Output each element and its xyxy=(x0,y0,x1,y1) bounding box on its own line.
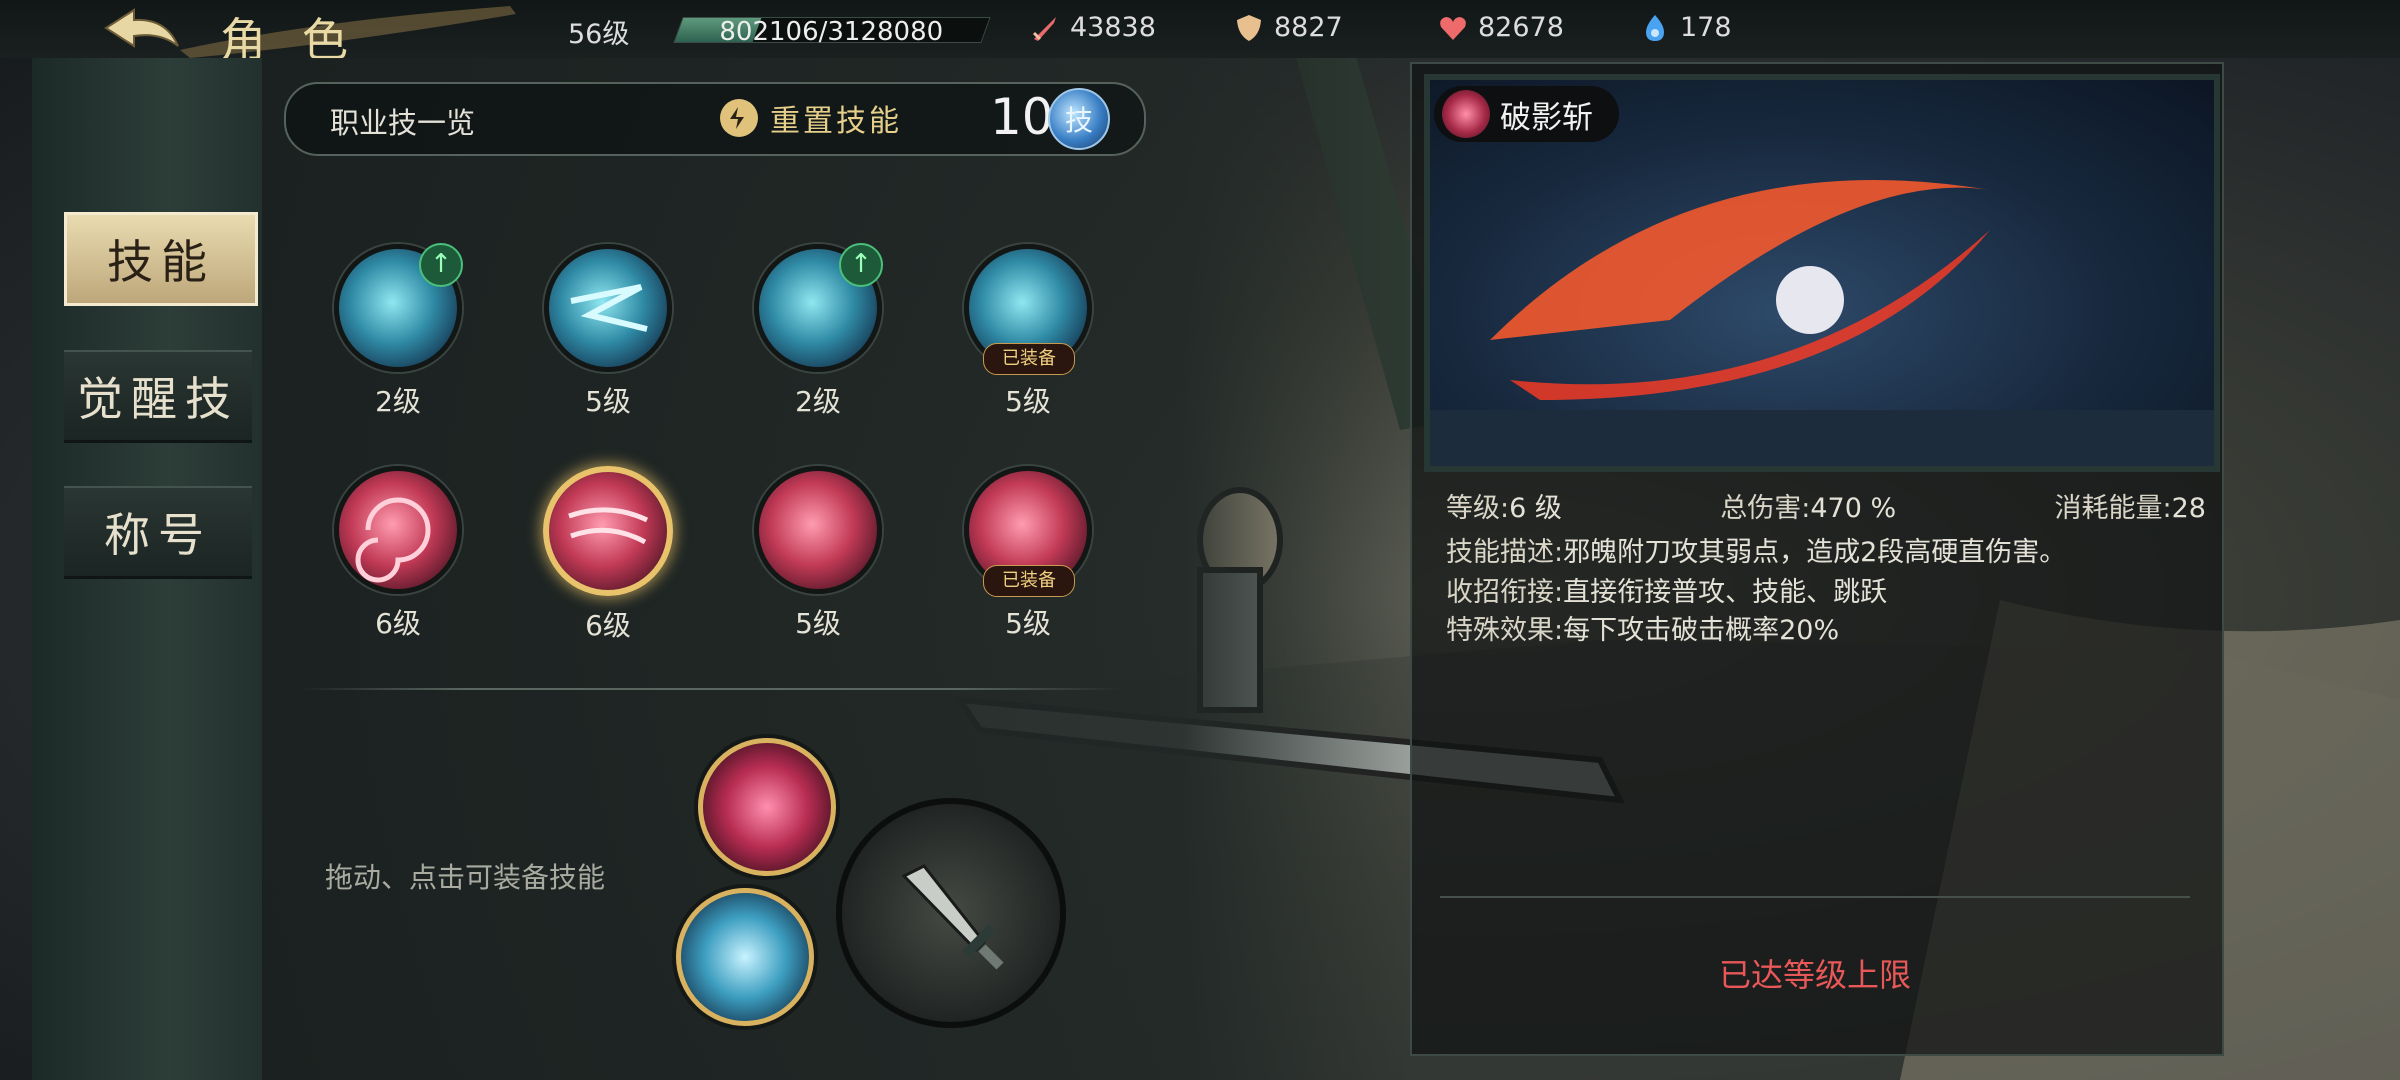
skill-icon-claw-wave xyxy=(754,466,882,594)
skill-slot-1[interactable]: ↑ 2级 xyxy=(333,243,463,420)
exp-text: 802106/3128080 xyxy=(719,17,944,47)
skill-level: 2级 xyxy=(795,385,841,418)
desc-value: 邪魄附刀攻其弱点，造成2段高硬直伤害。 xyxy=(1563,537,2067,568)
player-level: 56级 xyxy=(568,12,629,51)
skill-level: 5级 xyxy=(1005,607,1051,640)
skill-special-effect: 特殊效果:每下攻击破击概率20% xyxy=(1446,608,1839,647)
combo-label: 收招衔接: xyxy=(1446,577,1564,608)
sword-icon xyxy=(1032,16,1056,41)
equipped-badge: 已装备 xyxy=(983,343,1075,375)
skill-slot-3[interactable]: ↑ 2级 xyxy=(753,243,883,420)
skill-point-orb-icon: 技 xyxy=(1048,88,1110,150)
tab-titles[interactable]: 称号 xyxy=(64,486,252,579)
upgrade-arrow-icon: ↑ xyxy=(839,243,883,287)
skill-level: 6级 xyxy=(585,609,631,642)
skill-point-glyph: 技 xyxy=(1064,104,1093,137)
class-skills-label: 职业技一览 xyxy=(330,106,476,140)
skill-name-chip: 破影斩 xyxy=(1434,86,1619,142)
skill-slot-8[interactable]: 已装备 5级 xyxy=(963,466,1093,642)
skill-icon-burst: 已装备 xyxy=(964,244,1092,375)
shield-icon xyxy=(1237,14,1261,41)
skill-level: 5级 xyxy=(1005,385,1051,418)
section-divider xyxy=(300,688,1120,690)
defense-stat: 8827 xyxy=(1234,12,1343,43)
skill-slot-5[interactable]: 6级 xyxy=(333,466,463,642)
exp-bar: 802106/3128080 xyxy=(673,17,991,47)
max-level-notice: 已达等级上限 xyxy=(1718,956,1911,994)
skill-slot-6-selected[interactable]: 6级 xyxy=(543,466,673,644)
reset-skills-button[interactable]: 重置技能 xyxy=(718,96,902,140)
hp-stat: 82678 xyxy=(1438,12,1564,43)
skill-icon-lightning-slash xyxy=(544,244,672,372)
equipped-badge: 已装备 xyxy=(983,565,1075,597)
desc-label: 技能描述: xyxy=(1446,537,1564,568)
level-value: 6 级 xyxy=(1509,493,1562,524)
heart-icon xyxy=(1440,16,1466,40)
total-damage-stat: 总伤害:470 % xyxy=(1720,486,1896,525)
upgrade-arrow-icon: ↑ xyxy=(419,243,463,287)
player-level-text: 56级 xyxy=(568,19,630,50)
damage-label: 总伤害: xyxy=(1720,493,1811,524)
tab-skills[interactable]: 技能 xyxy=(64,212,258,306)
cost-label: 消耗能量: xyxy=(2054,493,2172,524)
equipped-skill-slot-2[interactable] xyxy=(676,888,814,1026)
tab-awakening[interactable]: 觉醒技 xyxy=(64,350,252,443)
energy-cost-stat: 消耗能量:28 xyxy=(2055,486,2206,525)
damage-value: 470 % xyxy=(1810,493,1897,524)
basic-attack-button[interactable] xyxy=(836,798,1066,1028)
skill-level: 6级 xyxy=(375,607,421,640)
skill-icon-crescent-wave: ↑ xyxy=(334,243,463,372)
skill-combo: 收招衔接:直接衔接普攻、技能、跳跃 xyxy=(1446,570,1887,609)
skill-level: 2级 xyxy=(375,385,421,418)
skill-level: 5级 xyxy=(795,607,841,640)
skill-name: 破影斩 xyxy=(1500,99,1593,136)
skill-level-stat: 等级:6 级 xyxy=(1446,486,1562,525)
skill-level: 5级 xyxy=(585,385,631,418)
cost-value: 28 xyxy=(2171,493,2206,524)
skill-slot-4[interactable]: 已装备 5级 xyxy=(963,244,1093,420)
skill-icon-moon-slash: ↑ xyxy=(754,243,883,372)
skill-icon-shadow-slash xyxy=(1442,90,1490,138)
skill-points-count: 10 xyxy=(990,88,1054,146)
energy-value: 178 xyxy=(1680,12,1732,43)
detail-divider xyxy=(1440,896,2190,898)
effect-value: 每下攻击破击概率20% xyxy=(1563,615,1840,646)
sword-icon xyxy=(901,864,1004,970)
flame-icon xyxy=(1646,14,1664,41)
effect-label: 特殊效果: xyxy=(1446,615,1564,646)
skill-icon-shadow-slash xyxy=(543,466,673,596)
level-label: 等级: xyxy=(1446,493,1510,524)
defense-value: 8827 xyxy=(1274,12,1343,43)
energy-stat: 178 xyxy=(1640,12,1732,43)
hp-value: 82678 xyxy=(1478,12,1564,43)
reset-icon xyxy=(720,99,758,137)
combo-value: 直接衔接普攻、技能、跳跃 xyxy=(1563,577,1888,608)
skill-icon-pillar: 已装备 xyxy=(964,466,1092,597)
skill-slot-2[interactable]: 5级 xyxy=(543,244,673,420)
skill-description: 技能描述:邪魄附刀攻其弱点，造成2段高硬直伤害。 xyxy=(1446,530,2066,569)
skill-slot-7[interactable]: 5级 xyxy=(753,466,883,642)
equipped-skill-slot-1[interactable] xyxy=(698,738,836,876)
attack-value: 43838 xyxy=(1070,12,1156,43)
attack-stat: 43838 xyxy=(1030,12,1156,43)
drag-hint-text: 拖动、点击可装备技能 xyxy=(325,861,606,894)
reset-skills-label: 重置技能 xyxy=(770,104,902,139)
skill-icon-vortex xyxy=(334,466,462,594)
skill-stats-row: 等级:6 级 总伤害:470 % 消耗能量:28 xyxy=(1446,486,2206,525)
back-arrow-icon[interactable] xyxy=(100,6,184,52)
